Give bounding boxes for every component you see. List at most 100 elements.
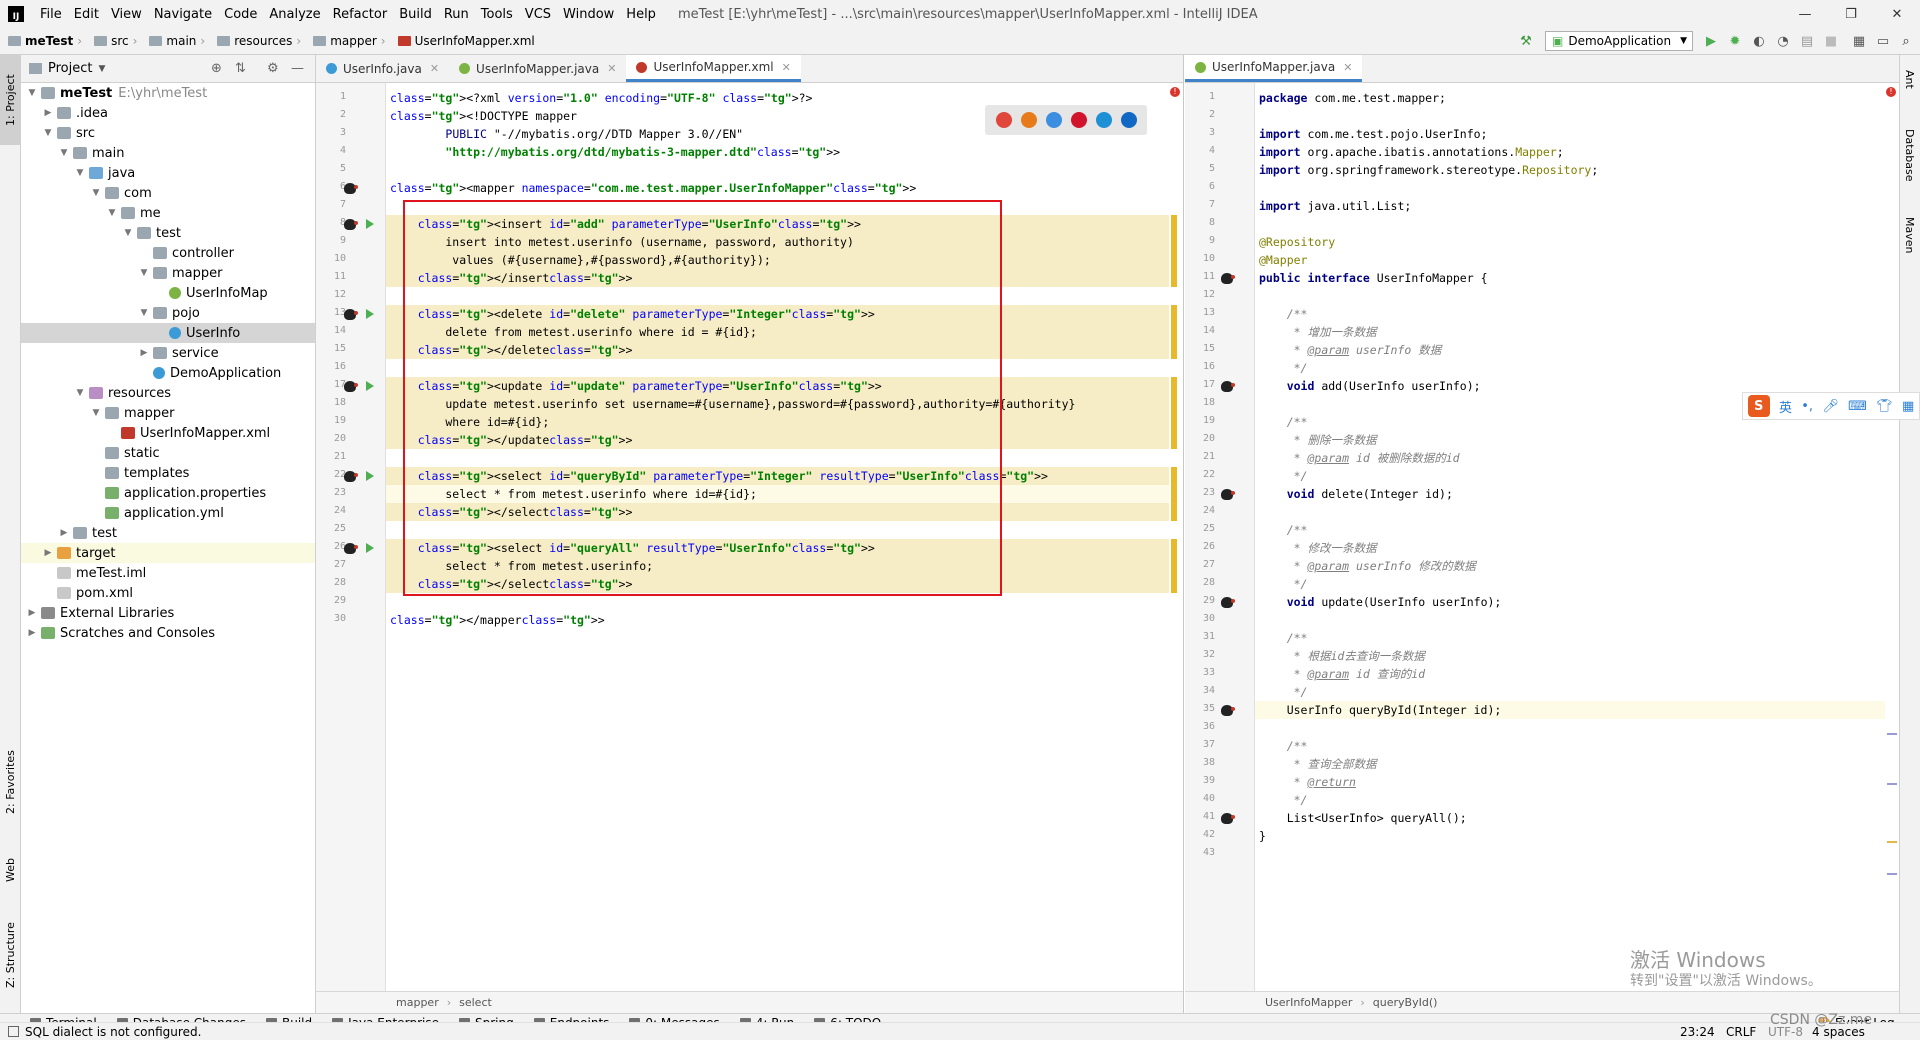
chevron-down-icon[interactable]: ▼ (137, 308, 151, 318)
menu-item-file[interactable]: File (34, 7, 68, 22)
run-statement-icon[interactable] (366, 543, 374, 553)
tree-node[interactable]: controller (21, 243, 315, 263)
maven-tool-tab[interactable]: Maven (1899, 205, 1920, 265)
chevron-right-icon[interactable]: ▶ (25, 628, 39, 638)
nav-crumb[interactable]: meTest (8, 34, 73, 48)
tree-node[interactable]: ▼ pojo (21, 303, 315, 323)
maximize-icon[interactable]: ❐ (1828, 0, 1874, 28)
mybatis-navigate-icon[interactable] (1221, 489, 1235, 500)
chevron-right-icon[interactable]: ▶ (41, 548, 55, 558)
run-statement-icon[interactable] (366, 381, 374, 391)
run-config-select[interactable]: ▣ DemoApplication ▼ (1545, 31, 1693, 51)
tab-close-icon[interactable]: ✕ (1343, 61, 1352, 74)
menu-item-vcs[interactable]: VCS (519, 7, 557, 22)
profile-icon[interactable]: ◔ (1772, 30, 1794, 52)
tab-close-icon[interactable]: ✕ (607, 62, 616, 75)
gear-icon[interactable]: ⚙ (267, 61, 279, 76)
tree-node[interactable]: ▼ com (21, 183, 315, 203)
project-tool-tab[interactable]: 1: Project (0, 55, 21, 145)
tree-node[interactable]: ▼ me (21, 203, 315, 223)
tree-node[interactable]: ▶ External Libraries (21, 603, 315, 623)
mybatis-navigate-icon[interactable] (1221, 813, 1235, 824)
mybatis-navigate-icon[interactable] (344, 471, 358, 482)
coverage-icon[interactable]: ◐ (1748, 30, 1770, 52)
chevron-right-icon[interactable]: ▶ (137, 348, 151, 358)
locate-icon[interactable]: ⊕ (211, 61, 222, 76)
punctuation-icon[interactable]: •, (1801, 399, 1813, 414)
build-hammer-icon[interactable]: ⚒ (1515, 30, 1537, 52)
minimize-icon[interactable]: — (1782, 0, 1828, 28)
chevron-down-icon[interactable]: ▼ (25, 88, 39, 98)
nav-crumb[interactable]: UserInfoMapper.xml (397, 34, 535, 48)
layout-icon[interactable]: ▭ (1872, 30, 1894, 52)
skin-icon[interactable]: 👕︎ (1876, 399, 1893, 414)
tree-node[interactable]: ▶ test (21, 523, 315, 543)
mybatis-navigate-icon[interactable] (344, 183, 358, 194)
tree-node[interactable]: static (21, 443, 315, 463)
run-icon[interactable]: ▶ (1700, 30, 1722, 52)
menu-item-tools[interactable]: Tools (475, 7, 519, 22)
run-statement-icon[interactable] (366, 219, 374, 229)
tree-node[interactable]: templates (21, 463, 315, 483)
ie-icon[interactable] (1095, 112, 1112, 128)
breadcrumb-item[interactable]: select (459, 996, 492, 1009)
chevron-down-icon[interactable]: ▼ (89, 408, 103, 418)
chrome-icon[interactable] (995, 112, 1012, 128)
project-panel-title[interactable]: Project (48, 61, 92, 76)
mybatis-navigate-icon[interactable] (1221, 273, 1235, 284)
menu-item-window[interactable]: Window (557, 7, 620, 22)
edge-icon[interactable] (1120, 112, 1137, 128)
xml-code-area[interactable]: class="tg"><?xml version="1.0" encoding=… (386, 83, 1169, 991)
mybatis-navigate-icon[interactable] (1221, 381, 1235, 392)
mybatis-navigate-icon[interactable] (344, 309, 358, 320)
tree-node[interactable]: meTest.iml (21, 563, 315, 583)
opera-icon[interactable] (1070, 112, 1087, 128)
stop-icon[interactable]: ■ (1820, 30, 1842, 52)
menu-item-refactor[interactable]: Refactor (327, 7, 394, 22)
nav-crumb[interactable]: mapper (313, 34, 377, 48)
tree-node[interactable]: application.yml (21, 503, 315, 523)
chevron-down-icon[interactable]: ▼ (89, 188, 103, 198)
toolbox-icon[interactable]: ▦ (1902, 399, 1914, 414)
chevron-down-icon[interactable]: ▼ (73, 168, 87, 178)
hide-icon[interactable]: — (291, 61, 304, 76)
tree-node[interactable]: ▼ resources (21, 383, 315, 403)
tree-node[interactable]: pom.xml (21, 583, 315, 603)
breadcrumb-item[interactable]: queryById() (1373, 996, 1438, 1009)
menu-item-run[interactable]: Run (438, 7, 475, 22)
tree-node[interactable]: ▶ .idea (21, 103, 315, 123)
tree-node[interactable]: DemoApplication (21, 363, 315, 383)
line-separator[interactable]: CRLF (1726, 1025, 1756, 1039)
chevron-down-icon[interactable]: ▼ (98, 64, 105, 74)
menu-item-view[interactable]: View (105, 7, 148, 22)
ant-tool-tab[interactable]: Ant (1899, 59, 1920, 99)
java-code-area[interactable]: package com.me.test.mapper; import com.me… (1255, 83, 1885, 991)
mybatis-navigate-icon[interactable] (1221, 705, 1235, 716)
chevron-down-icon[interactable]: ▼ (73, 388, 87, 398)
search-icon[interactable]: ⌕ (1895, 30, 1917, 52)
debug-icon[interactable]: ✹ (1724, 30, 1746, 52)
project-structure-icon[interactable]: ▦ (1848, 30, 1870, 52)
menu-item-edit[interactable]: Edit (68, 7, 105, 22)
chevron-down-icon[interactable]: ▼ (105, 208, 119, 218)
tree-node[interactable]: ▶ Scratches and Consoles (21, 623, 315, 643)
editor-tab[interactable]: UserInfoMapper.java ✕ (449, 55, 626, 82)
build-icon[interactable]: ▤ (1796, 30, 1818, 52)
tree-node[interactable]: UserInfoMap (21, 283, 315, 303)
tree-node[interactable]: ▶ service (21, 343, 315, 363)
close-icon[interactable]: ✕ (1874, 0, 1920, 28)
run-statement-icon[interactable] (366, 471, 374, 481)
tree-node[interactable]: ▼ src (21, 123, 315, 143)
structure-tool-tab[interactable]: Z: Structure (0, 905, 21, 1005)
ime-language[interactable]: 英 (1779, 397, 1792, 416)
tree-node[interactable]: ▼ main (21, 143, 315, 163)
tree-node[interactable]: ▼ mapper (21, 263, 315, 283)
error-icon[interactable]: ! (1886, 87, 1896, 97)
tree-node[interactable]: ▶ target (21, 543, 315, 563)
chevron-right-icon[interactable]: ▶ (25, 608, 39, 618)
web-tool-tab[interactable]: Web (0, 845, 21, 895)
chevron-right-icon[interactable]: ▶ (57, 528, 71, 538)
breadcrumb-item[interactable]: mapper (396, 996, 439, 1009)
run-statement-icon[interactable] (366, 309, 374, 319)
mybatis-navigate-icon[interactable] (344, 219, 358, 230)
